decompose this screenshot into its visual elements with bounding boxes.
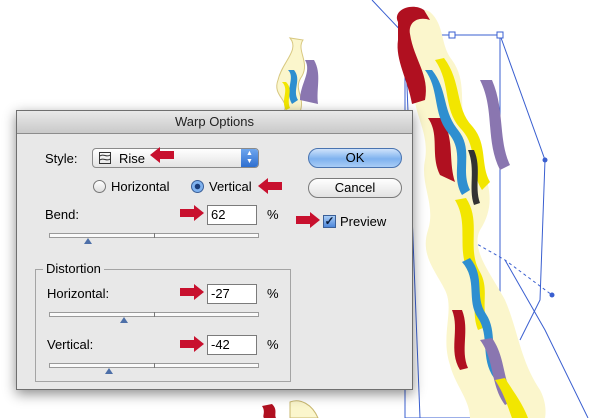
distortion-label: Distortion [43, 261, 104, 276]
main-ribbon-art [396, 6, 546, 418]
red-arrow-icon [180, 205, 204, 221]
bend-unit: % [267, 207, 279, 222]
horizontal-radio-label: Horizontal [111, 179, 170, 194]
horizontal-distortion-input[interactable]: -27 [207, 284, 257, 304]
horizontal-distortion-label: Horizontal: [47, 286, 110, 301]
left-ribbon-art [276, 37, 319, 113]
vertical-distortion-label: Vertical: [47, 337, 94, 352]
red-arrow-icon [150, 147, 174, 163]
bottom-ribbon-art [262, 404, 276, 418]
bend-label: Bend: [45, 207, 79, 222]
red-arrow-icon [180, 284, 204, 300]
preview-label: Preview [340, 214, 387, 229]
horizontal-distortion-unit: % [267, 286, 279, 301]
style-label: Style: [45, 151, 78, 166]
vertical-radio-label: Vertical [209, 179, 252, 194]
slider-center-tick [154, 233, 155, 238]
slider-center-tick [154, 312, 155, 317]
red-arrow-icon [296, 212, 320, 228]
horizontal-radio[interactable] [93, 180, 106, 193]
vertical-distortion-input[interactable]: -42 [207, 335, 257, 355]
vertical-distortion-slider-thumb[interactable] [105, 368, 113, 374]
vertical-distortion-slider[interactable] [49, 363, 259, 368]
style-dropdown-value: Rise [119, 151, 146, 166]
horizontal-distortion-slider[interactable] [49, 312, 259, 317]
dialog-title[interactable]: Warp Options [17, 111, 412, 134]
bottom-ribbon-art [289, 400, 319, 418]
red-arrow-icon [258, 178, 282, 194]
bend-input[interactable]: 62 [207, 205, 257, 225]
bend-slider-thumb[interactable] [84, 238, 92, 244]
dropdown-arrows-icon: ▲ ▼ [241, 149, 258, 167]
warp-options-dialog: Warp Options Style: Rise ▲ ▼ Horizontal V… [16, 110, 413, 390]
warp-rise-icon [99, 152, 111, 164]
vertical-radio[interactable] [191, 180, 204, 193]
ok-button[interactable]: OK [308, 148, 402, 168]
bend-slider[interactable] [49, 233, 259, 238]
preview-checkbox[interactable]: ✓ [323, 215, 336, 228]
horizontal-distortion-slider-thumb[interactable] [120, 317, 128, 323]
slider-center-tick [154, 363, 155, 368]
cancel-button[interactable]: Cancel [308, 178, 402, 198]
vertical-distortion-unit: % [267, 337, 279, 352]
red-arrow-icon [180, 336, 204, 352]
style-dropdown[interactable]: Rise ▲ ▼ [92, 148, 259, 168]
